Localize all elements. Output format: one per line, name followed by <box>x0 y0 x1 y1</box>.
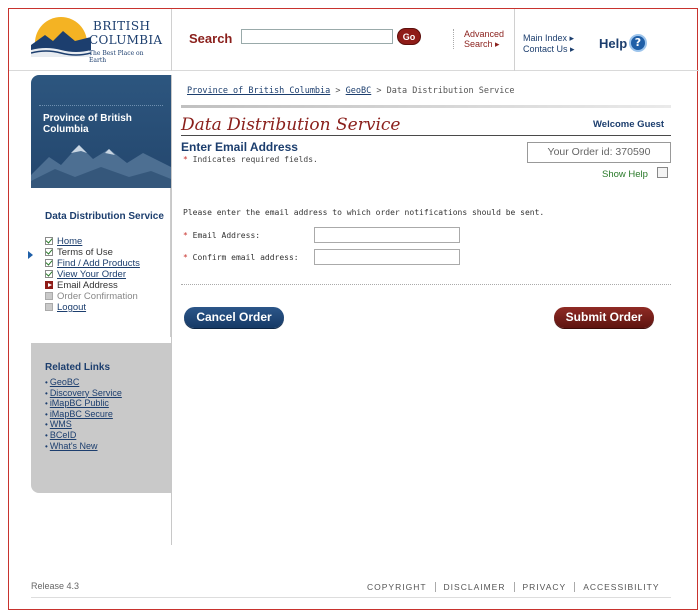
checkbox-checked-icon <box>45 259 53 267</box>
mountain-image <box>31 145 171 188</box>
related-link-label: What's New <box>49 440 98 451</box>
title-rule <box>181 135 671 136</box>
submit-order-button[interactable]: Submit Order <box>554 307 654 328</box>
release-version: Release 4.3 <box>31 581 80 591</box>
related-link-imapbc-public[interactable]: iMapBC Public <box>45 398 122 409</box>
nav-item-label: Email Address <box>57 280 118 291</box>
help-link[interactable]: Help <box>599 36 627 51</box>
required-note-text: Indicates required fields. <box>187 155 318 164</box>
related-link-label: GeoBC <box>49 377 80 387</box>
email-address-label: * Email Address: <box>183 231 260 240</box>
required-fields-note: * Indicates required fields. <box>183 155 318 164</box>
nav-item-terms: Terms of Use <box>45 247 140 258</box>
order-id-box: Your Order id: 370590 <box>527 142 671 163</box>
footer-link-disclaimer[interactable]: DISCLAIMER <box>434 582 514 592</box>
breadcrumb-geobc-link[interactable]: GeoBC <box>346 86 372 96</box>
nav-item-logout[interactable]: Logout <box>45 302 140 313</box>
confirm-email-label: * Confirm email address: <box>183 253 299 262</box>
help-icon[interactable]: ? <box>629 34 647 52</box>
logo-line-1: BRITISH <box>93 19 151 33</box>
nav-item-label: Order Confirmation <box>57 291 138 302</box>
site-header: BRITISH COLUMBIA The Best Place on Earth… <box>9 9 699 71</box>
breadcrumb-current: Data Distribution Service <box>386 86 515 96</box>
breadcrumb-separator: > <box>371 86 387 96</box>
banner-title: Province of British Columbia <box>43 113 132 135</box>
advanced-line-1: Advanced <box>464 29 505 39</box>
footer-links: COPYRIGHT DISCLAIMER PRIVACY ACCESSIBILI… <box>359 582 668 592</box>
header-links: Main Index ▸ Contact Us ▸ <box>523 33 575 55</box>
banner-divider <box>39 105 163 106</box>
related-link-bceid[interactable]: BCeID <box>45 430 122 441</box>
related-link-label: BCeID <box>49 429 77 440</box>
confirm-label-text: Confirm email address: <box>187 253 299 262</box>
related-links-list: GeoBC Discovery Service iMapBC Public iM… <box>45 377 122 451</box>
related-link-label: Discovery Service <box>49 387 122 398</box>
sun-mountain-icon <box>31 17 91 57</box>
nav-item-view-order[interactable]: View Your Order <box>45 269 140 280</box>
left-sidebar: Province of British Columbia Data Distri… <box>28 75 171 493</box>
advanced-search-link[interactable]: Advanced Search ▸ <box>453 29 504 49</box>
order-steps-nav: Home Terms of Use Find / Add Products Vi… <box>45 236 140 313</box>
nav-item-home[interactable]: Home <box>45 236 140 247</box>
related-link-label: WMS <box>49 419 72 430</box>
nav-section-title: Data Distribution Service <box>45 211 164 222</box>
instructions-text: Please enter the email address to which … <box>183 208 545 217</box>
nav-item-label: Logout <box>57 302 87 313</box>
checkbox-checked-icon <box>45 237 53 245</box>
nav-item-email-address: Email Address <box>45 280 140 291</box>
welcome-text: Welcome Guest <box>593 119 665 130</box>
breadcrumb-rule <box>181 105 671 108</box>
confirm-email-input[interactable] <box>314 249 460 265</box>
nav-item-find-products[interactable]: Find / Add Products <box>45 258 140 269</box>
show-help-checkbox[interactable] <box>657 167 668 178</box>
related-link-whats-new[interactable]: What's New <box>45 441 122 452</box>
cancel-order-button[interactable]: Cancel Order <box>184 307 284 328</box>
breadcrumb-province-link[interactable]: Province of British Columbia <box>187 86 330 96</box>
search-label: Search <box>189 31 233 46</box>
advanced-line-2: Search ▸ <box>464 39 500 49</box>
related-link-label: iMapBC Secure <box>49 408 113 419</box>
related-link-imapbc-secure[interactable]: iMapBC Secure <box>45 409 122 420</box>
related-links-title: Related Links <box>45 362 111 373</box>
related-link-wms[interactable]: WMS <box>45 419 122 430</box>
breadcrumb-separator: > <box>330 86 346 96</box>
email-address-input[interactable] <box>314 227 460 243</box>
footer-rule <box>31 597 671 598</box>
email-label-text: Email Address: <box>187 231 261 240</box>
footer-link-accessibility[interactable]: ACCESSIBILITY <box>574 582 667 592</box>
nav-item-order-confirmation: Order Confirmation <box>45 291 140 302</box>
search-input[interactable] <box>241 29 393 44</box>
nav-item-label: Home <box>57 236 83 247</box>
nav-item-label: Find / Add Products <box>57 258 140 269</box>
logo-tagline: The Best Place on Earth <box>89 50 144 64</box>
checkbox-checked-icon <box>45 270 53 278</box>
current-step-arrow-icon <box>45 281 53 289</box>
nav-item-label: Terms of Use <box>57 247 113 258</box>
current-section-marker-icon <box>28 251 33 259</box>
section-heading: Enter Email Address <box>181 140 298 154</box>
content-divider <box>171 75 172 545</box>
breadcrumb: Province of British Columbia > GeoBC > D… <box>187 86 515 96</box>
related-link-label: iMapBC Public <box>49 398 109 409</box>
main-index-link[interactable]: Main Index ▸ <box>523 33 575 44</box>
logo-line-2: COLUMBIA <box>89 33 163 47</box>
checkbox-checked-icon <box>45 248 53 256</box>
header-divider-2 <box>514 9 515 71</box>
form-divider <box>181 284 671 285</box>
bc-logo[interactable]: BRITISH COLUMBIA The Best Place on Earth <box>31 15 163 65</box>
contact-us-link[interactable]: Contact Us ▸ <box>523 44 575 55</box>
sidebar-banner: Province of British Columbia <box>31 75 171 188</box>
page-frame: BRITISH COLUMBIA The Best Place on Earth… <box>8 8 699 610</box>
page-title: Data Distribution Service <box>181 115 401 135</box>
footer-link-privacy[interactable]: PRIVACY <box>513 582 575 592</box>
go-button[interactable]: Go <box>397 28 421 45</box>
show-help-label: Show Help <box>602 169 648 180</box>
related-link-geobc[interactable]: GeoBC <box>45 377 122 388</box>
checkbox-pending-icon <box>45 303 53 311</box>
nav-item-label: View Your Order <box>57 269 127 280</box>
header-divider <box>171 9 172 71</box>
related-link-discovery[interactable]: Discovery Service <box>45 388 122 399</box>
checkbox-pending-icon <box>45 292 53 300</box>
footer-link-copyright[interactable]: COPYRIGHT <box>359 582 435 592</box>
